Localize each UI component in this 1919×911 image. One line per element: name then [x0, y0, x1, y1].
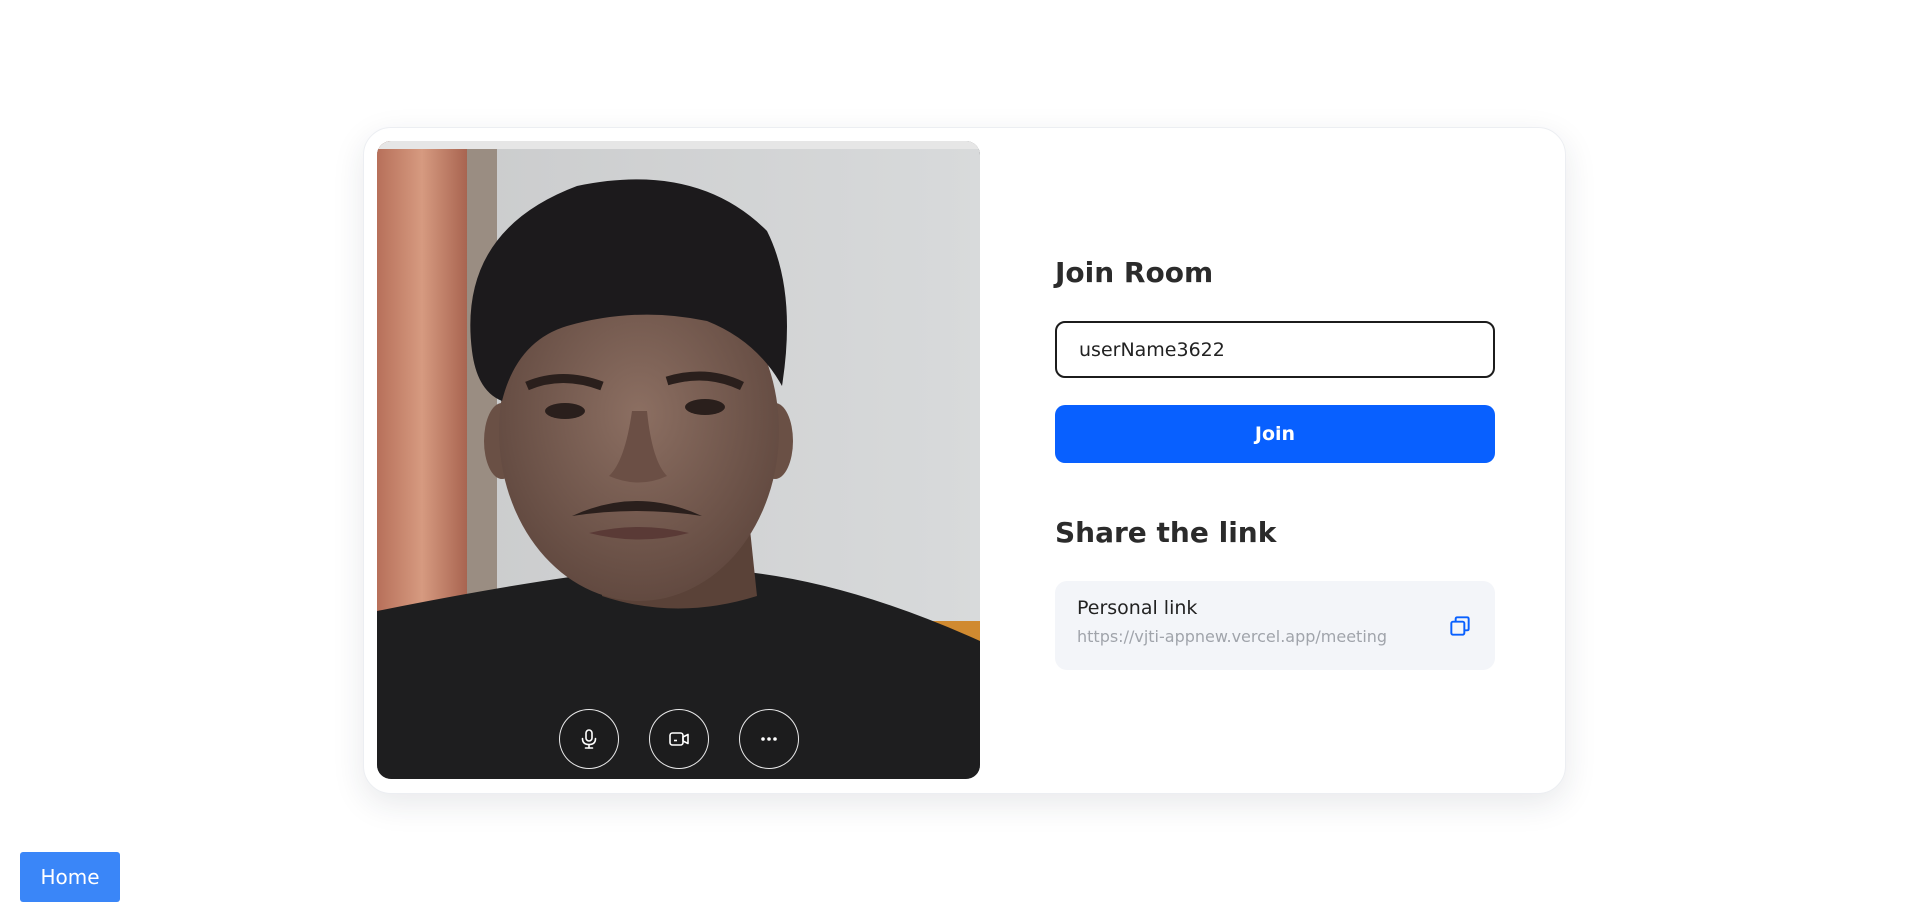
join-card: Join Room Join Share the link Personal l…	[363, 127, 1566, 794]
join-panel: Join Room Join Share the link Personal l…	[1055, 128, 1495, 793]
home-button[interactable]: Home	[20, 852, 120, 902]
copy-link-button[interactable]	[1447, 613, 1473, 639]
microphone-toggle-button[interactable]	[558, 709, 619, 769]
more-icon	[760, 737, 777, 741]
username-input[interactable]	[1055, 321, 1495, 378]
personal-link-url: https://vjti-appnew.vercel.app/meeting	[1077, 627, 1388, 646]
camera-feed-image	[377, 141, 980, 779]
video-preview	[377, 141, 980, 779]
join-button[interactable]: Join	[1055, 405, 1495, 463]
camera-icon	[668, 732, 689, 746]
more-options-button[interactable]	[738, 709, 799, 769]
video-controls	[377, 709, 980, 769]
copy-icon	[1450, 616, 1470, 636]
microphone-icon	[581, 729, 596, 749]
share-link-heading: Share the link	[1055, 516, 1277, 549]
join-room-heading: Join Room	[1055, 256, 1214, 289]
personal-link-label: Personal link	[1077, 597, 1198, 619]
camera-toggle-button[interactable]	[648, 709, 709, 769]
personal-link-box: Personal link https://vjti-appnew.vercel…	[1055, 581, 1495, 670]
